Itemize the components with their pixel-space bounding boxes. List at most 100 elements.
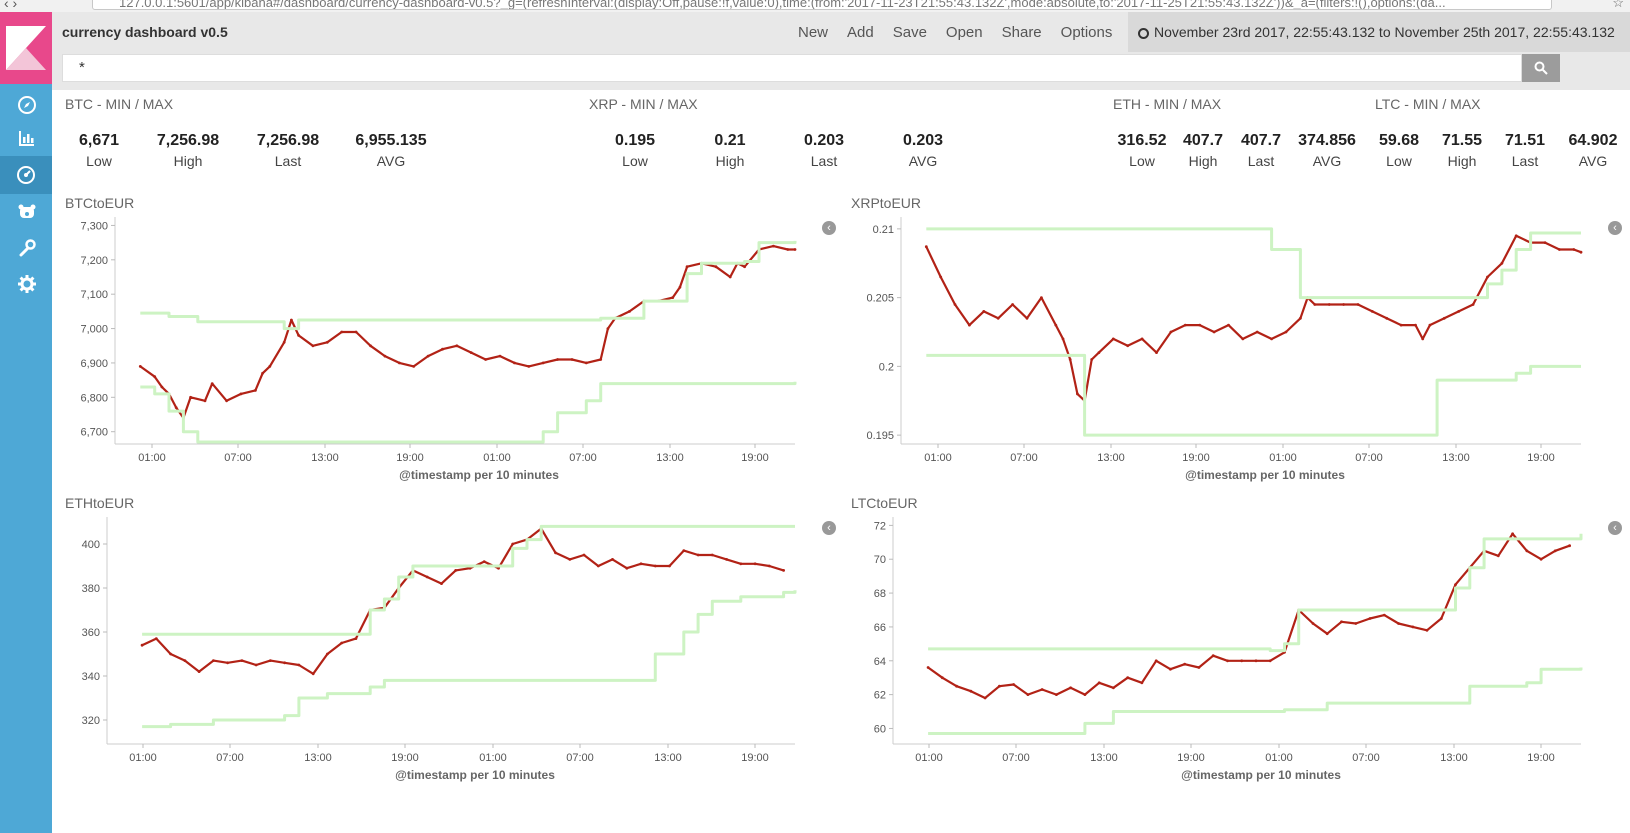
price-point	[725, 558, 728, 561]
price-point	[254, 663, 258, 667]
price-point	[1054, 323, 1058, 327]
price-point	[786, 248, 790, 251]
price-point	[710, 553, 714, 557]
dashboard-title: currency dashboard v0.5	[62, 24, 228, 40]
ltc-high: 71.55 High	[1441, 132, 1483, 169]
price-point	[484, 358, 487, 361]
price-point	[596, 564, 600, 568]
btc-last: 7,256.98 Last	[256, 132, 320, 169]
price-point	[269, 659, 272, 662]
x-tick-label: 19:00	[396, 452, 424, 464]
search-input[interactable]: *	[62, 54, 1522, 82]
price-point	[527, 365, 531, 368]
price-point	[160, 385, 164, 389]
top-nav-bar: currency dashboard v0.5 New Add Save Ope…	[52, 12, 1630, 52]
y-tick-label: 0.2	[879, 361, 894, 373]
open-button[interactable]: Open	[946, 24, 983, 41]
price-point	[412, 365, 416, 368]
price-point	[397, 361, 401, 365]
price-point	[639, 562, 643, 566]
price-point	[1097, 351, 1101, 354]
price-point	[939, 275, 943, 279]
y-tick-label: 320	[82, 715, 100, 727]
price-point	[968, 323, 971, 327]
y-tick-label: 0.195	[866, 430, 894, 442]
price-point	[1558, 248, 1561, 251]
price-point	[541, 361, 545, 365]
bar-chart-icon[interactable]	[14, 125, 40, 151]
xrp-legend-toggle-icon[interactable]: ‹	[1608, 221, 1622, 235]
price-point	[1126, 344, 1130, 348]
dashboard-gauge-icon[interactable]	[0, 156, 52, 194]
browser-nav-arrows-icon[interactable]: ‹ ›	[4, 0, 17, 11]
y-tick-label: 340	[82, 671, 100, 683]
price-point	[240, 659, 244, 662]
price-point	[1270, 337, 1273, 341]
btc-chart[interactable]: 6,700 6,800 6,900 7,000 7,100 7,200 7,300 01:00…	[60, 212, 810, 487]
y-tick-label: 400	[82, 539, 100, 551]
eth-legend-toggle-icon[interactable]: ‹	[822, 521, 836, 535]
price-point	[1284, 330, 1288, 334]
x-tick-label: 13:00	[1097, 452, 1125, 464]
x-axis-title: @timestamp per 10 minutes	[1185, 468, 1345, 482]
eth-chart-title: ETHtoEUR	[65, 495, 135, 511]
price-point	[1442, 316, 1446, 320]
x-tick-label: 01:00	[1265, 752, 1293, 764]
x-tick-label: 07:00	[1355, 452, 1383, 464]
price-series-line	[141, 527, 784, 675]
x-tick-label: 07:00	[1002, 752, 1030, 764]
price-point	[953, 303, 957, 306]
price-point	[1356, 303, 1360, 306]
price-point	[1496, 554, 1500, 558]
price-point	[311, 344, 315, 348]
compass-icon[interactable]	[14, 92, 40, 118]
add-button[interactable]: Add	[847, 24, 874, 41]
url-field[interactable]: 127.0.0.1:5601/app/kibana#/dashboard/cur…	[92, 0, 1552, 10]
price-point	[354, 330, 358, 334]
kibana-logo-icon[interactable]	[0, 12, 52, 84]
price-point	[138, 365, 142, 368]
max-series-line	[140, 240, 797, 331]
price-point	[1579, 250, 1583, 254]
price-point	[498, 354, 502, 358]
price-point	[1126, 676, 1130, 680]
btc-avg: 6,955.135 AVG	[355, 132, 427, 169]
price-point	[226, 661, 230, 665]
price-point	[1111, 337, 1115, 341]
ltc-legend-toggle-icon[interactable]: ‹	[1608, 521, 1622, 535]
price-point	[582, 553, 586, 557]
price-point	[743, 265, 746, 269]
price-point	[1553, 549, 1557, 553]
price-point	[169, 652, 172, 656]
eth-chart[interactable]: 320 340 360 380 400 01:00 07:00 13:00 19:00 01:00…	[60, 512, 810, 787]
btc-metric-title: BTC - MIN / MAX	[65, 96, 174, 112]
ltc-chart[interactable]: 60 62 64 66 68 70 72 01:00 07:00 13:00 19:00 01:00 0…	[846, 512, 1596, 787]
share-button[interactable]: Share	[1002, 24, 1042, 41]
options-button[interactable]: Options	[1061, 24, 1113, 41]
bookmark-star-icon[interactable]: ☆	[1612, 0, 1624, 11]
x-tick-label: 19:00	[1527, 452, 1555, 464]
y-tick-label: 7,000	[80, 324, 108, 336]
save-button[interactable]: Save	[893, 24, 927, 41]
price-point	[153, 375, 157, 379]
price-point	[1454, 583, 1457, 586]
price-point	[1227, 323, 1230, 327]
xrp-chart[interactable]: 0.195 0.2 0.205 0.21 01:00 07:00 13:00 19:00 01:…	[846, 212, 1596, 487]
price-point	[511, 542, 515, 546]
wrench-icon[interactable]	[14, 235, 40, 261]
gear-icon[interactable]	[14, 271, 40, 297]
new-button[interactable]: New	[798, 24, 828, 41]
price-point	[210, 382, 214, 385]
y-tick-label: 6,800	[80, 392, 108, 404]
y-tick-label: 70	[874, 554, 886, 566]
search-button[interactable]	[1522, 54, 1560, 82]
time-picker-button[interactable]: November 23rd 2017, 22:55:43.132 to Nove…	[1128, 12, 1630, 52]
btc-legend-toggle-icon[interactable]: ‹	[822, 221, 836, 235]
x-tick-label: 01:00	[1269, 452, 1297, 464]
price-point	[998, 684, 1001, 688]
price-point	[1112, 686, 1115, 690]
price-point	[1040, 688, 1044, 691]
price-point	[1155, 351, 1158, 354]
price-point	[1254, 659, 1258, 663]
timelion-bear-icon[interactable]	[14, 199, 40, 225]
